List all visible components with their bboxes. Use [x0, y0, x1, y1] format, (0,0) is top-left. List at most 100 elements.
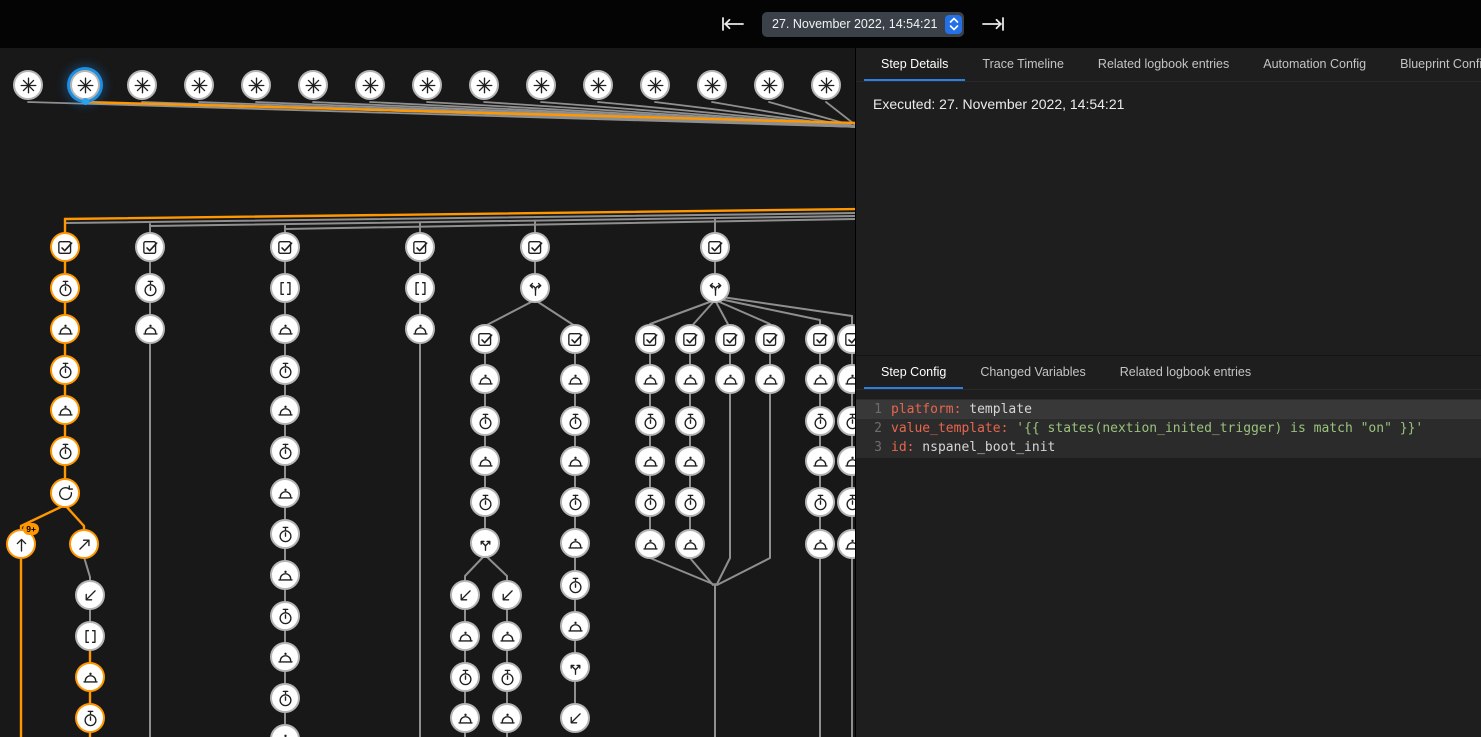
trace-node-asterisk[interactable] [13, 70, 43, 100]
trace-node-arrow-bottom-left[interactable] [560, 703, 590, 733]
tab-trace-timeline[interactable]: Trace Timeline [965, 48, 1081, 81]
trace-node-asterisk[interactable] [754, 70, 784, 100]
tab-step-config[interactable]: Step Config [864, 356, 963, 389]
trace-node-timer[interactable] [560, 487, 590, 517]
tab-related-logbook-entries[interactable]: Related logbook entries [1103, 356, 1268, 389]
trace-node-choose[interactable] [520, 273, 550, 303]
trace-node-timer[interactable] [450, 662, 480, 692]
trace-node-service[interactable] [805, 364, 835, 394]
trace-node-split[interactable] [560, 652, 590, 682]
trace-node-brackets[interactable] [405, 273, 435, 303]
trace-node-timer[interactable] [675, 406, 705, 436]
trace-node-brackets[interactable] [75, 621, 105, 651]
trace-node-asterisk[interactable] [412, 70, 442, 100]
trace-node-timer[interactable] [492, 662, 522, 692]
trace-node-asterisk[interactable] [355, 70, 385, 100]
trace-node-checkbox[interactable] [135, 232, 165, 262]
trace-node-service[interactable] [270, 560, 300, 590]
trace-node-timer[interactable] [270, 436, 300, 466]
trace-node-checkbox[interactable] [635, 324, 665, 354]
trace-node-service[interactable] [560, 611, 590, 641]
trace-node-split[interactable] [470, 528, 500, 558]
trace-node-timer[interactable] [470, 487, 500, 517]
trace-node-arrow-bottom-left[interactable] [492, 580, 522, 610]
trace-node-choose[interactable] [700, 273, 730, 303]
trace-node-service[interactable] [675, 364, 705, 394]
trace-node-asterisk[interactable] [640, 70, 670, 100]
tab-step-details[interactable]: Step Details [864, 48, 965, 81]
trace-node-service[interactable] [470, 446, 500, 476]
trace-node-service[interactable] [635, 364, 665, 394]
trace-node-arrow-up-right[interactable] [69, 529, 99, 559]
trace-node-arrow-up[interactable]: 9+ [6, 529, 36, 559]
trace-node-checkbox[interactable] [715, 324, 745, 354]
trace-node-asterisk[interactable] [811, 70, 841, 100]
trace-node-asterisk[interactable] [298, 70, 328, 100]
trace-node-service[interactable] [635, 446, 665, 476]
trace-node-timer[interactable] [470, 406, 500, 436]
trace-node-service[interactable] [715, 364, 745, 394]
trace-node-timer[interactable] [50, 436, 80, 466]
trace-node-asterisk[interactable] [241, 70, 271, 100]
trace-node-service[interactable] [450, 703, 480, 733]
trace-node-timer[interactable] [635, 406, 665, 436]
trace-node-service[interactable] [675, 446, 705, 476]
trace-node-checkbox[interactable] [805, 324, 835, 354]
trace-node-asterisk[interactable] [697, 70, 727, 100]
trace-node-timer[interactable] [560, 570, 590, 600]
trace-node-timer[interactable] [135, 273, 165, 303]
trace-node-asterisk[interactable] [469, 70, 499, 100]
trace-node-service[interactable] [560, 364, 590, 394]
trace-node-timer[interactable] [75, 703, 105, 733]
trace-node-service[interactable] [270, 395, 300, 425]
trace-node-timer[interactable] [805, 406, 835, 436]
trace-date-picker[interactable]: 27. November 2022, 14:54:21 [762, 12, 964, 37]
trace-node-asterisk[interactable] [583, 70, 613, 100]
trace-node-checkbox[interactable] [50, 232, 80, 262]
previous-trace-button[interactable] [718, 14, 748, 34]
tab-related-logbook-entries[interactable]: Related logbook entries [1081, 48, 1246, 81]
trace-node-timer[interactable] [635, 487, 665, 517]
trace-node-service[interactable] [492, 621, 522, 651]
trace-node-checkbox[interactable] [470, 324, 500, 354]
trace-node-service[interactable] [492, 703, 522, 733]
trace-node-checkbox[interactable] [405, 232, 435, 262]
trace-node-service[interactable] [450, 621, 480, 651]
trace-node-timer[interactable] [270, 355, 300, 385]
trace-node-checkbox[interactable] [700, 232, 730, 262]
trace-node-arrow-bottom-left[interactable] [450, 580, 480, 610]
trace-node-service[interactable] [270, 314, 300, 344]
trace-node-service[interactable] [405, 314, 435, 344]
trace-node-service[interactable] [470, 364, 500, 394]
trace-node-asterisk[interactable] [70, 70, 100, 100]
trace-node-checkbox[interactable] [520, 232, 550, 262]
trace-node-checkbox[interactable] [560, 324, 590, 354]
trace-node-checkbox[interactable] [270, 232, 300, 262]
trace-node-timer[interactable] [270, 519, 300, 549]
trace-node-asterisk[interactable] [184, 70, 214, 100]
trace-node-service[interactable] [560, 446, 590, 476]
trace-node-service[interactable] [805, 446, 835, 476]
trace-node-service[interactable] [270, 642, 300, 672]
trace-node-service[interactable] [675, 529, 705, 559]
trace-node-service[interactable] [50, 395, 80, 425]
trace-node-service[interactable] [635, 529, 665, 559]
trace-node-asterisk[interactable] [526, 70, 556, 100]
trace-node-service[interactable] [50, 314, 80, 344]
trace-node-brackets[interactable] [270, 273, 300, 303]
tab-automation-config[interactable]: Automation Config [1246, 48, 1383, 81]
trace-node-asterisk[interactable] [127, 70, 157, 100]
trace-node-timer[interactable] [805, 487, 835, 517]
trace-node-service[interactable] [270, 478, 300, 508]
trace-node-repeat[interactable] [50, 478, 80, 508]
trace-node-service[interactable] [755, 364, 785, 394]
next-trace-button[interactable] [978, 14, 1008, 34]
trace-node-timer[interactable] [50, 355, 80, 385]
trace-node-service[interactable] [805, 529, 835, 559]
trace-node-checkbox[interactable] [675, 324, 705, 354]
trace-node-timer[interactable] [270, 683, 300, 713]
trace-node-service[interactable] [75, 662, 105, 692]
tab-blueprint-config[interactable]: Blueprint Config [1383, 48, 1481, 81]
trace-node-arrow-bottom-left[interactable] [75, 580, 105, 610]
tab-changed-variables[interactable]: Changed Variables [963, 356, 1102, 389]
